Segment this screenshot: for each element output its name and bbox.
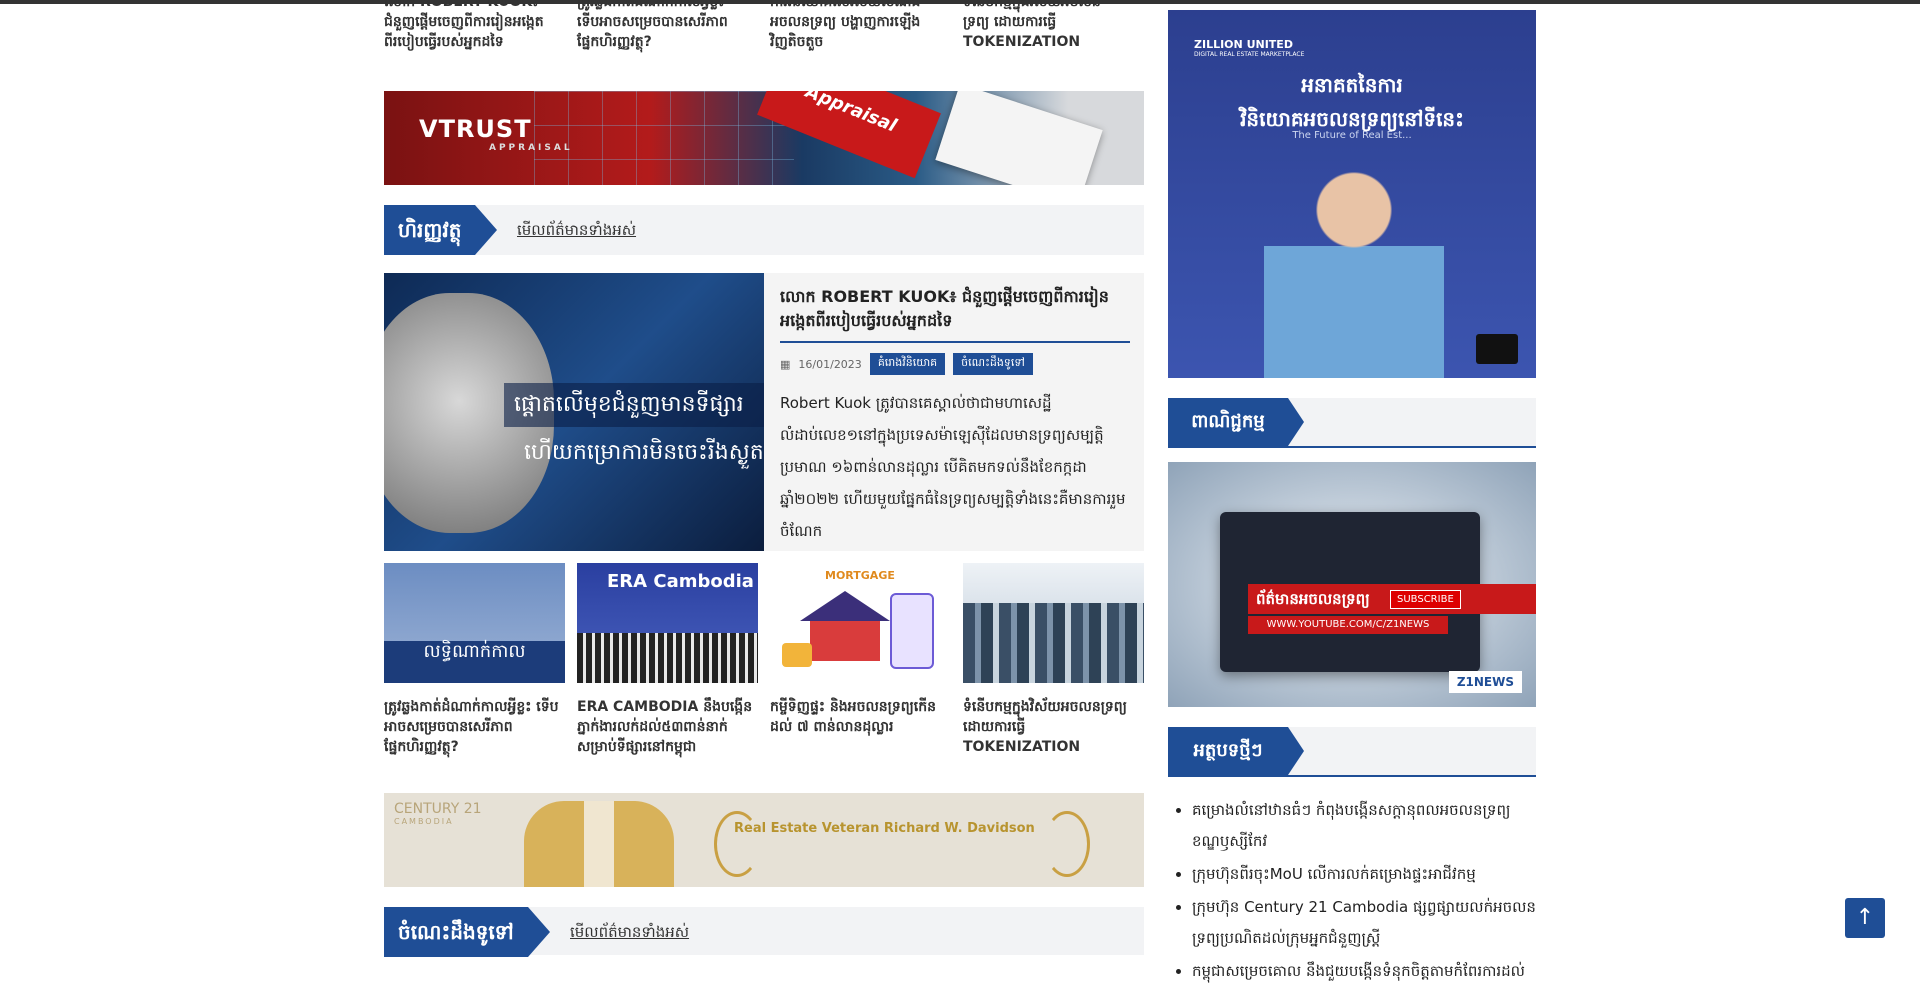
top-article-title[interactable]: ទំនើបកម្មក្នុងវិស័យអចលនទ្រព្យ ដោយការធ្វើ… bbox=[963, 0, 1123, 75]
article-card-title[interactable]: ត្រូវឆ្លងកាត់ដំណាក់កាលអ្វីខ្លះ ទើបអាចសម្… bbox=[384, 697, 565, 757]
section-header-general: ចំណេះដឹងទូទៅ មើលព័ត៌មានទាំងអស់ bbox=[384, 907, 1144, 957]
top-articles-row: លោក ROBERT KUOK៖ ជំនួញផ្តើមចេញពីការរៀនអង… bbox=[384, 0, 1144, 75]
century21-banner-text: Real Estate Veteran Richard W. Davidson bbox=[734, 821, 1035, 836]
zillion-logo: ZILLION UNITED DIGITAL REAL ESTATE MARKET… bbox=[1194, 38, 1305, 58]
top-article-title[interactable]: ត្រូវឆ្លងកាត់ដំណាក់កាលអ្វីខ្លះ ទើបអាចសម្… bbox=[577, 0, 737, 75]
century21-logo: CENTURY 21 CAMBODIA bbox=[394, 801, 482, 826]
top-article-title[interactable]: ការវិនិយោគលើវិស័យសំណង់ អចលនទ្រព្យ បង្ហាញ… bbox=[770, 0, 930, 75]
section-tag-general[interactable]: ចំណេះដឹងទូទៅ bbox=[384, 907, 550, 957]
image-caption-line2: ហើយកម្រោការមិនចេះរីងស្ងួត bbox=[524, 440, 764, 465]
article-card[interactable]: ERA Cambodia ERA CAMBODIA នឹងបង្កើនភ្នាក… bbox=[577, 563, 758, 757]
vtrust-logo: VTRUST APPRAISAL bbox=[419, 115, 573, 153]
back-to-top-button[interactable]: ↑ bbox=[1845, 898, 1885, 938]
coins-graphic bbox=[782, 643, 812, 667]
phone-graphic bbox=[890, 593, 934, 669]
thumbnail-caption: MORTGAGE bbox=[825, 569, 895, 582]
section-header-finance: ហិរញ្ញវត្ថុ មើលព័ត៌មានទាំងអស់ bbox=[384, 205, 1144, 255]
featured-article-image[interactable]: ផ្តោតលើមុខជំនួញមានទីផ្សារ ហើយកម្រោការមិន… bbox=[384, 273, 764, 551]
calendar-icon: ▦ bbox=[780, 357, 791, 371]
thumbnail-caption: លទ្ធិណាក់កាល bbox=[384, 641, 565, 683]
sidebar-header-commerce: ពាណិជ្ជកម្ម bbox=[1168, 398, 1536, 448]
latest-articles-list: គម្រោងលំនៅឋានធំៗ កំពុងបង្កើនសក្តានុពលអចល… bbox=[1168, 795, 1536, 987]
image-caption-line1: ផ្តោតលើមុខជំនួញមានទីផ្សារ bbox=[504, 383, 764, 427]
ad-subline: The Future of Real Est... bbox=[1292, 130, 1412, 141]
article-cards: លទ្ធិណាក់កាល ត្រូវឆ្លងកាត់ដំណាក់កាលអ្វីខ… bbox=[384, 563, 1144, 757]
article-thumbnail[interactable]: MORTGAGE bbox=[770, 563, 951, 683]
top-article-title[interactable]: លោក ROBERT KUOK៖ ជំនួញផ្តើមចេញពីការរៀនអង… bbox=[384, 0, 544, 75]
vtrust-document-graphic bbox=[935, 91, 1103, 185]
app-store-badges-icon bbox=[1476, 334, 1518, 364]
sidebar-header-latest: អត្ថបទថ្មីៗ bbox=[1168, 727, 1536, 777]
crowd-graphic bbox=[577, 633, 758, 683]
article-date: 16/01/2023 bbox=[798, 357, 862, 371]
article-card[interactable]: MORTGAGE កម្ចីទិញផ្ទះ និងអចលនទ្រព្យកើនដល… bbox=[770, 563, 951, 757]
thumbnail-caption: ERA Cambodia bbox=[607, 571, 754, 592]
sidebar-tag-commerce[interactable]: ពាណិជ្ជកម្ម bbox=[1168, 398, 1304, 446]
house-graphic bbox=[810, 621, 880, 661]
article-thumbnail[interactable]: ERA Cambodia bbox=[577, 563, 758, 683]
z1news-logo: Z1NEWS bbox=[1448, 671, 1522, 693]
laurel-right-icon bbox=[1044, 811, 1090, 877]
section-tag-finance[interactable]: ហិរញ្ញវត្ថុ bbox=[384, 205, 499, 255]
category-badge[interactable]: គំរោងវិនិយោគ bbox=[869, 353, 946, 375]
youtube-promo-video[interactable]: ព័ត៌មានអចលនទ្រព្យ SUBSCRIBE WWW.YOUTUBE.… bbox=[1168, 462, 1536, 707]
article-card[interactable]: លទ្ធិណាក់កាល ត្រូវឆ្លងកាត់ដំណាក់កាលអ្វីខ… bbox=[384, 563, 565, 757]
article-card-title[interactable]: ERA CAMBODIA នឹងបង្កើនភ្នាក់ងារលក់ដល់៥៣ព… bbox=[577, 697, 758, 757]
city-skyline-graphic bbox=[963, 603, 1144, 683]
featured-article-body: លោក ROBERT KUOK៖ ជំនួញផ្តើមចេញពីការរៀនអង… bbox=[780, 285, 1130, 547]
article-meta: ▦ 16/01/2023 គំរោងវិនិយោគ ចំណេះដឹងទូទៅ bbox=[780, 353, 1130, 375]
arrow-up-icon: ↑ bbox=[1855, 905, 1875, 930]
century21-ad-banner[interactable]: CENTURY 21 CAMBODIA Real Estate Veteran R… bbox=[384, 793, 1144, 887]
ad-headline: អនាគតនៃការ វិនិយោគអចលនទ្រព្យនៅទីនេះ bbox=[1240, 73, 1464, 131]
article-card-title[interactable]: ទំនើបកម្មក្នុងវិស័យអចលនទ្រព្យ ដោយការធ្វើ… bbox=[963, 697, 1144, 757]
house-roof-graphic bbox=[800, 591, 890, 621]
vtrust-ad-banner[interactable]: VTRUST APPRAISAL Appraisal bbox=[384, 91, 1144, 185]
subscribe-button[interactable]: SUBSCRIBE bbox=[1390, 590, 1461, 609]
latest-article-link[interactable]: គម្រោងលំនៅឋានធំៗ កំពុងបង្កើនសក្តានុពលអចល… bbox=[1192, 795, 1536, 857]
view-all-link[interactable]: មើលព័ត៌មានទាំងអស់ bbox=[517, 205, 636, 255]
main-column: លោក ROBERT KUOK៖ ជំនួញផ្តើមចេញពីការរៀនអង… bbox=[384, 0, 1144, 957]
youtube-url: WWW.YOUTUBE.COM/C/Z1NEWS bbox=[1248, 616, 1448, 634]
article-card[interactable]: ទំនើបកម្មក្នុងវិស័យអចលនទ្រព្យ ដោយការធ្វើ… bbox=[963, 563, 1144, 757]
featured-article-excerpt: Robert Kuok ត្រូវបានគេស្គាល់ថាជាមហាសេដ្ឋ… bbox=[780, 394, 1126, 540]
latest-article-link[interactable]: ក្រុមហ៊ុន Century 21 Cambodia ផ្សព្វផ្សា… bbox=[1192, 892, 1536, 954]
article-thumbnail[interactable] bbox=[963, 563, 1144, 683]
latest-article-link[interactable]: ក្រុមហ៊ុនពីរចុះMoU លើការលក់គម្រោងផ្ទះអាជ… bbox=[1192, 859, 1536, 890]
featured-article-title[interactable]: លោក ROBERT KUOK៖ ជំនួញផ្តើមចេញពីការរៀនអង… bbox=[780, 285, 1130, 343]
article-card-title[interactable]: កម្ចីទិញផ្ទះ និងអចលនទ្រព្យកើនដល់ ៧ ពាន់ល… bbox=[770, 697, 951, 737]
woman-with-phone-graphic bbox=[1264, 150, 1444, 378]
latest-article-link[interactable]: កម្ពុជាសម្រេចគោល នឹងជួយបង្កើនទំនុកចិត្តត… bbox=[1192, 956, 1536, 987]
zillion-ad-banner[interactable]: ZILLION UNITED DIGITAL REAL ESTATE MARKET… bbox=[1168, 10, 1536, 378]
sidebar-tag-latest[interactable]: អត្ថបទថ្មីៗ bbox=[1168, 727, 1304, 775]
banner-grid-graphic bbox=[534, 91, 794, 185]
featured-article: ផ្តោតលើមុខជំនួញមានទីផ្សារ ហើយកម្រោការមិន… bbox=[384, 273, 1144, 551]
award-photo-graphic bbox=[524, 801, 674, 887]
view-all-link[interactable]: មើលព័ត៌មានទាំងអស់ bbox=[570, 907, 689, 957]
sidebar: ZILLION UNITED DIGITAL REAL ESTATE MARKET… bbox=[1168, 10, 1536, 989]
category-badge[interactable]: ចំណេះដឹងទូទៅ bbox=[953, 353, 1033, 375]
article-thumbnail[interactable]: លទ្ធិណាក់កាល bbox=[384, 563, 565, 683]
